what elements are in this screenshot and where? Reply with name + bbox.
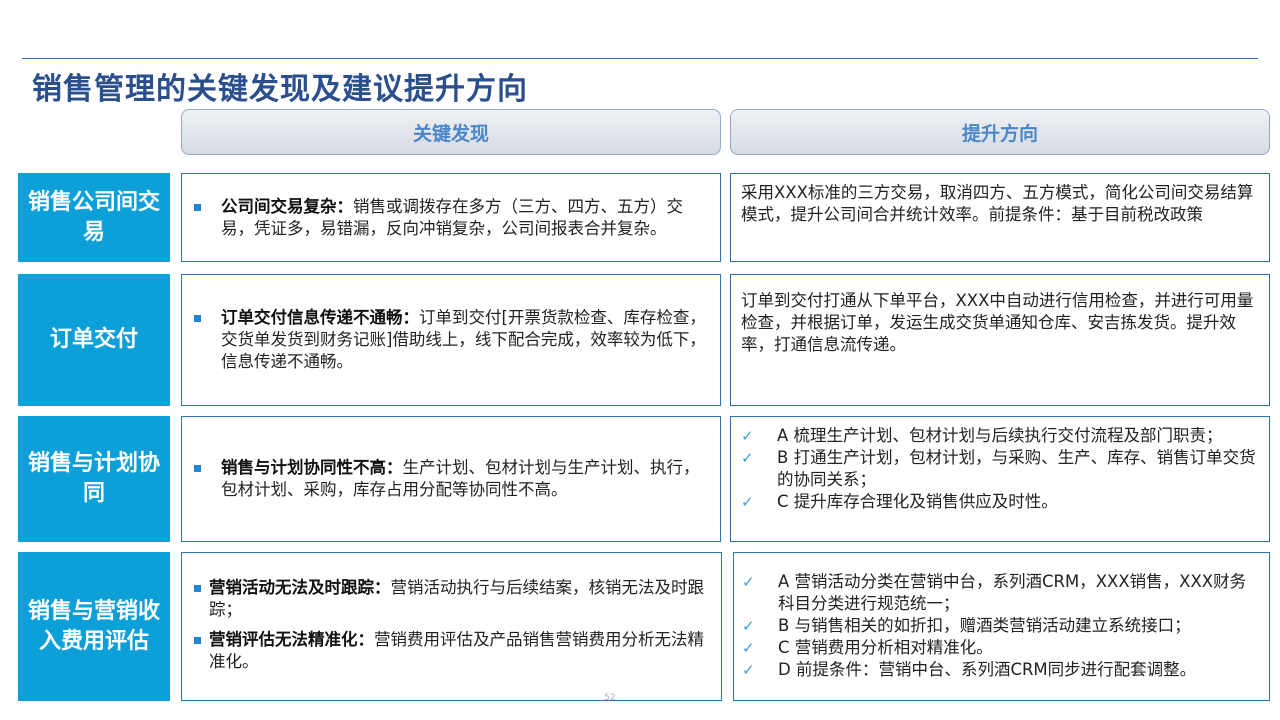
- finding-text: 营销活动无法及时跟踪：营销活动执行与后续结案，核销无法及时跟踪；: [209, 577, 711, 621]
- header-findings: 关键发现: [181, 109, 721, 155]
- page-title: 销售管理的关键发现及建议提升方向: [32, 72, 528, 107]
- direction-item: ✓ D 前提条件：营销中台、系列酒CRM同步进行配套调整。: [742, 659, 1259, 681]
- row-label-order-delivery: 订单交付: [18, 274, 170, 406]
- direction-cell-intercompany: 采用XXX标准的三方交易，取消四方、五方模式，简化公司间交易结算模式，提升公司间…: [730, 173, 1270, 262]
- direction-item: ✓ C 提升库存合理化及销售供应及时性。: [741, 491, 1259, 513]
- check-icon: ✓: [741, 493, 754, 511]
- check-icon: ✓: [741, 427, 754, 445]
- check-icon: ✓: [742, 617, 755, 635]
- direction-text: 订单到交付打通从下单平台，XXX中自动进行信用检查，并进行可用量检查，并根据订单…: [741, 291, 1254, 354]
- bullet-icon: [194, 585, 201, 592]
- check-icon: ✓: [742, 573, 755, 591]
- bullet-icon: [194, 465, 201, 472]
- direction-cell-marketing-expense: ✓ A 营销活动分类在营销中台，系列酒CRM，XXX销售，XXX财务科目分类进行规…: [733, 552, 1270, 701]
- finding-text: 营销评估无法精准化：营销费用评估及产品销售营销费用分析无法精准化。: [209, 629, 711, 673]
- direction-item: ✓ A 营销活动分类在营销中台，系列酒CRM，XXX销售，XXX财务科目分类进行规…: [742, 571, 1259, 615]
- direction-item-text: B 与销售相关的如折扣，赠酒类营销活动建立系统接口；: [778, 616, 1191, 635]
- direction-item: ✓ C 营销费用分析相对精准化。: [742, 637, 1259, 659]
- findings-cell-sales-planning: 销售与计划协同性不高：生产计划、包材计划与生产计划、执行，包材计划、采购，库存占…: [181, 416, 721, 542]
- direction-item-text: B 打通生产计划，包材计划，与采购、生产、库存、销售订单交货的协同关系；: [777, 448, 1256, 489]
- direction-item: ✓ B 与销售相关的如折扣，赠酒类营销活动建立系统接口；: [742, 615, 1259, 637]
- finding-heading: 订单交付信息传递不通畅：: [221, 308, 419, 327]
- direction-item-text: D 前提条件：营销中台、系列酒CRM同步进行配套调整。: [778, 660, 1197, 679]
- finding-text: 订单交付信息传递不通畅：订单到交付[开票货款检查、库存检查，交货单发货到财务记账…: [221, 307, 710, 373]
- direction-cell-order-delivery: 订单到交付打通从下单平台，XXX中自动进行信用检查，并进行可用量检查，并根据订单…: [730, 274, 1270, 406]
- direction-item-text: A 营销活动分类在营销中台，系列酒CRM，XXX销售，XXX财务科目分类进行规范…: [778, 572, 1247, 613]
- check-icon: ✓: [742, 661, 755, 679]
- check-icon: ✓: [742, 639, 755, 657]
- header-directions: 提升方向: [730, 109, 1270, 155]
- bullet-icon: [194, 637, 201, 644]
- top-divider: [22, 58, 1258, 59]
- direction-item: ✓ B 打通生产计划，包材计划，与采购、生产、库存、销售订单交货的协同关系；: [741, 447, 1259, 491]
- row-label-sales-planning: 销售与计划协同: [18, 416, 170, 542]
- row-label-intercompany: 销售公司间交易: [18, 173, 170, 262]
- finding-text: 销售与计划协同性不高：生产计划、包材计划与生产计划、执行，包材计划、采购，库存占…: [221, 457, 710, 501]
- direction-item: ✓ A 梳理生产计划、包材计划与后续执行交付流程及部门职责；: [741, 425, 1259, 447]
- findings-cell-marketing-expense: 营销活动无法及时跟踪：营销活动执行与后续结案，核销无法及时跟踪； 营销评估无法精…: [181, 552, 722, 701]
- direction-item-text: A 梳理生产计划、包材计划与后续执行交付流程及部门职责；: [777, 426, 1223, 445]
- direction-item-text: C 营销费用分析相对精准化。: [778, 638, 993, 657]
- direction-cell-sales-planning: ✓ A 梳理生产计划、包材计划与后续执行交付流程及部门职责； ✓ B 打通生产计划，…: [730, 416, 1270, 542]
- direction-item-text: C 提升库存合理化及销售供应及时性。: [777, 492, 1058, 511]
- bullet-icon: [194, 203, 201, 211]
- finding-heading: 公司间交易复杂：: [221, 196, 353, 216]
- row-label-marketing-expense: 销售与营销收入费用评估: [18, 552, 170, 701]
- findings-cell-intercompany: 公司间交易复杂：销售或调拨存在多方（三方、四方、五方）交易，凭证多，易错漏，反向…: [181, 173, 721, 262]
- finding-text: 公司间交易复杂：销售或调拨存在多方（三方、四方、五方）交易，凭证多，易错漏，反向…: [221, 196, 710, 240]
- direction-text: 采用XXX标准的三方交易，取消四方、五方模式，简化公司间交易结算模式，提升公司间…: [741, 183, 1254, 224]
- page-number: 52: [604, 693, 616, 703]
- finding-heading: 营销活动无法及时跟踪：: [209, 578, 391, 597]
- check-icon: ✓: [741, 449, 754, 467]
- finding-heading: 营销评估无法精准化：: [209, 630, 374, 649]
- bullet-icon: [194, 315, 201, 322]
- findings-cell-order-delivery: 订单交付信息传递不通畅：订单到交付[开票货款检查、库存检查，交货单发货到财务记账…: [181, 274, 721, 406]
- finding-heading: 销售与计划协同性不高：: [221, 458, 403, 477]
